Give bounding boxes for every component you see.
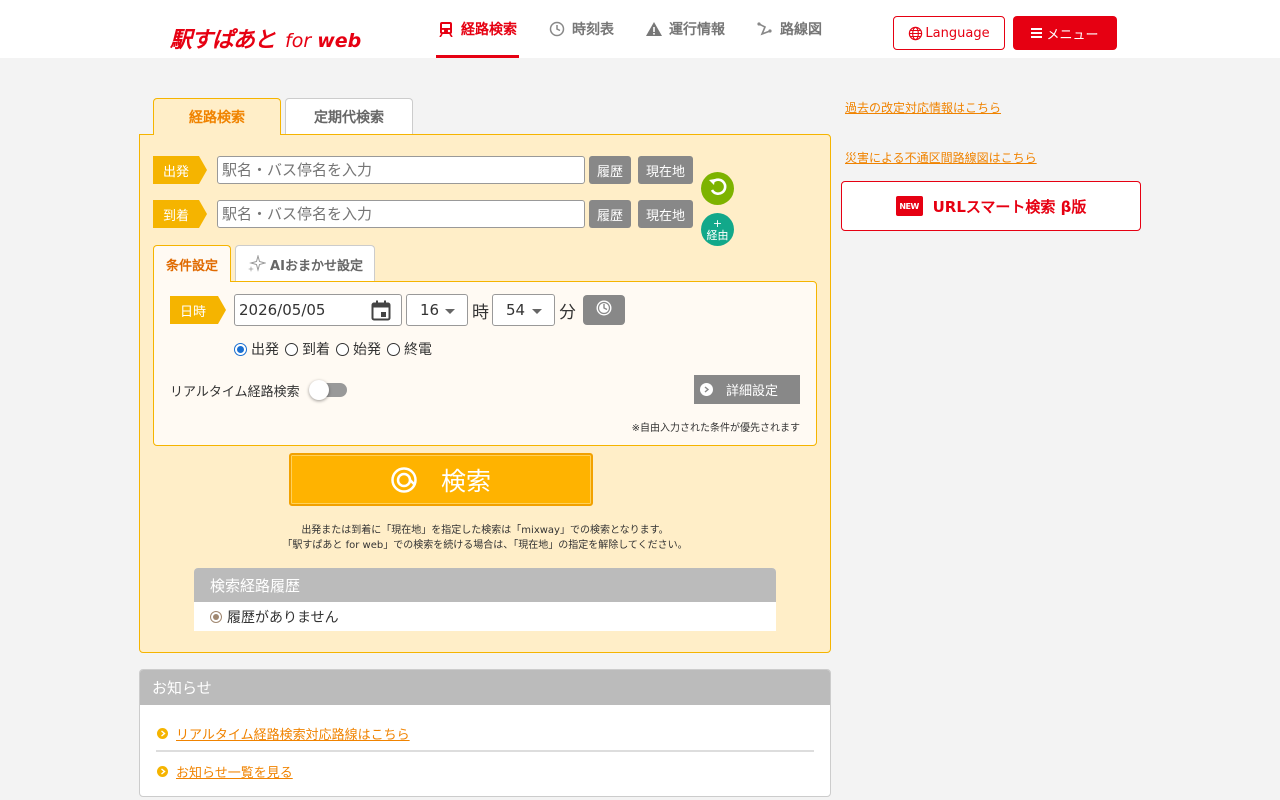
nav-label: 時刻表 [572,22,614,38]
to-tag: 到着 [153,200,207,228]
menu-label: メニュー [1046,27,1099,43]
nav-label: 経路検索 [461,22,517,38]
search-history-title: 検索経路履歴 [194,568,776,602]
chevron-down-icon [445,309,455,314]
current-time-button[interactable] [583,295,625,325]
to-current-location-button[interactable]: 現在地 [638,200,693,228]
chevron-right-icon [700,383,713,396]
route-map-icon [757,21,773,37]
detail-settings-button[interactable]: 詳細設定 [694,375,800,404]
chevron-right-icon [157,728,168,739]
detail-settings-label: 詳細設定 [726,384,779,399]
search-logo-icon [391,466,417,493]
news-link-realtime-lines[interactable]: リアルタイム経路検索対応路線はこちら [157,724,410,743]
via-plus: + [712,216,723,230]
from-tag: 出発 [153,156,207,184]
menu-button[interactable]: メニュー [1013,16,1117,50]
logo-sub-text: for web [285,30,362,52]
disaster-route-map-link[interactable]: 災害による不通区間路線図はこちら [845,149,1037,166]
realtime-search-toggle[interactable] [309,380,347,400]
radio-dot [336,342,349,356]
logo[interactable]: 駅すぱあと for web [170,22,362,53]
time-type-radios: 出発 到着 始発 終電 [234,339,438,359]
nav-service-info[interactable]: 運行情報 [644,0,727,58]
news-title: お知らせ [140,670,830,705]
new-badge: NEW [895,196,923,216]
past-revision-link[interactable]: 過去の改定対応情報はこちら [845,99,1001,116]
chevron-down-icon [532,309,542,314]
add-via-button[interactable]: + 経由 [701,213,734,246]
bullet-icon [210,610,222,623]
chevron-right-icon [157,766,168,777]
toggle-knob [309,380,329,400]
from-current-location-button[interactable]: 現在地 [638,156,693,184]
radio-arrival[interactable]: 到着 [285,339,330,359]
radio-departure[interactable]: 出発 [234,339,279,359]
warning-icon [646,21,662,37]
header: 駅すぱあと for web 経路検索 時刻表 運行情報 路線図 Language… [0,0,1280,58]
clock-icon [595,299,613,321]
realtime-search-label: リアルタイム経路検索 [170,385,300,400]
sparkle-icon [247,255,267,273]
url-smart-search-label: URLスマート検索 β版 [932,197,1087,216]
swap-icon [707,176,729,202]
divider [156,750,814,752]
hamburger-icon [1031,28,1043,38]
from-history-button[interactable]: 履歴 [589,156,631,184]
calendar-icon[interactable] [371,300,391,325]
url-smart-search-button[interactable]: NEW URLスマート検索 β版 [841,181,1141,231]
minute-value: 54 [506,301,526,319]
tab-conditions[interactable]: 条件設定 [153,245,231,282]
from-station-input[interactable] [217,156,585,184]
ai-settings-label: AIおまかせ設定 [270,258,363,274]
radio-dot [387,342,400,356]
language-label: Language [925,25,990,41]
news-section: お知らせ リアルタイム経路検索対応路線はこちら お知らせ一覧を見る [139,669,831,797]
datetime-tag: 日時 [170,296,226,324]
search-note: 出発または到着に「現在地」を指定した検索は「mixway」での検索となります。 … [282,525,688,551]
hour-value: 16 [420,301,440,319]
minute-select[interactable]: 54 [492,294,555,326]
main-nav: 経路検索 時刻表 運行情報 路線図 [436,0,852,58]
logo-main-text: 駅すぱあと [170,28,276,53]
minute-unit: 分 [559,303,576,323]
swap-stations-button[interactable] [701,172,734,205]
news-link-all[interactable]: お知らせ一覧を見る [157,762,293,781]
nav-label: 路線図 [780,22,822,38]
search-button[interactable]: 検索 [289,453,593,506]
hour-select[interactable]: 16 [406,294,468,326]
clock-icon [549,21,565,37]
radio-dot [285,342,298,356]
date-input[interactable]: 2026/05/05 [234,294,402,326]
hour-unit: 時 [472,303,489,323]
language-button[interactable]: Language [893,16,1005,50]
tab-commuter-pass-search[interactable]: 定期代検索 [285,98,413,135]
nav-label: 運行情報 [669,22,725,38]
train-icon [438,21,454,37]
radio-first-train[interactable]: 始発 [336,339,381,359]
tab-ai-settings[interactable]: AIおまかせ設定 [235,245,375,282]
date-value: 2026/05/05 [239,301,326,319]
conditions-note: ※自由入力された条件が優先されます [631,423,800,434]
to-history-button[interactable]: 履歴 [589,200,631,228]
radio-last-train[interactable]: 終電 [387,339,432,359]
search-history-empty: 履歴がありません [194,602,776,631]
via-label: 経由 [706,228,729,242]
nav-route-map[interactable]: 路線図 [755,0,824,58]
radio-dot [234,342,247,356]
search-history: 検索経路履歴 履歴がありません [194,568,776,631]
globe-icon [908,26,923,41]
nav-timetable[interactable]: 時刻表 [547,0,616,58]
to-station-input[interactable] [217,200,585,228]
tab-route-search[interactable]: 経路検索 [153,98,281,135]
nav-route-search[interactable]: 経路検索 [436,0,519,58]
search-label: 検索 [440,466,491,496]
